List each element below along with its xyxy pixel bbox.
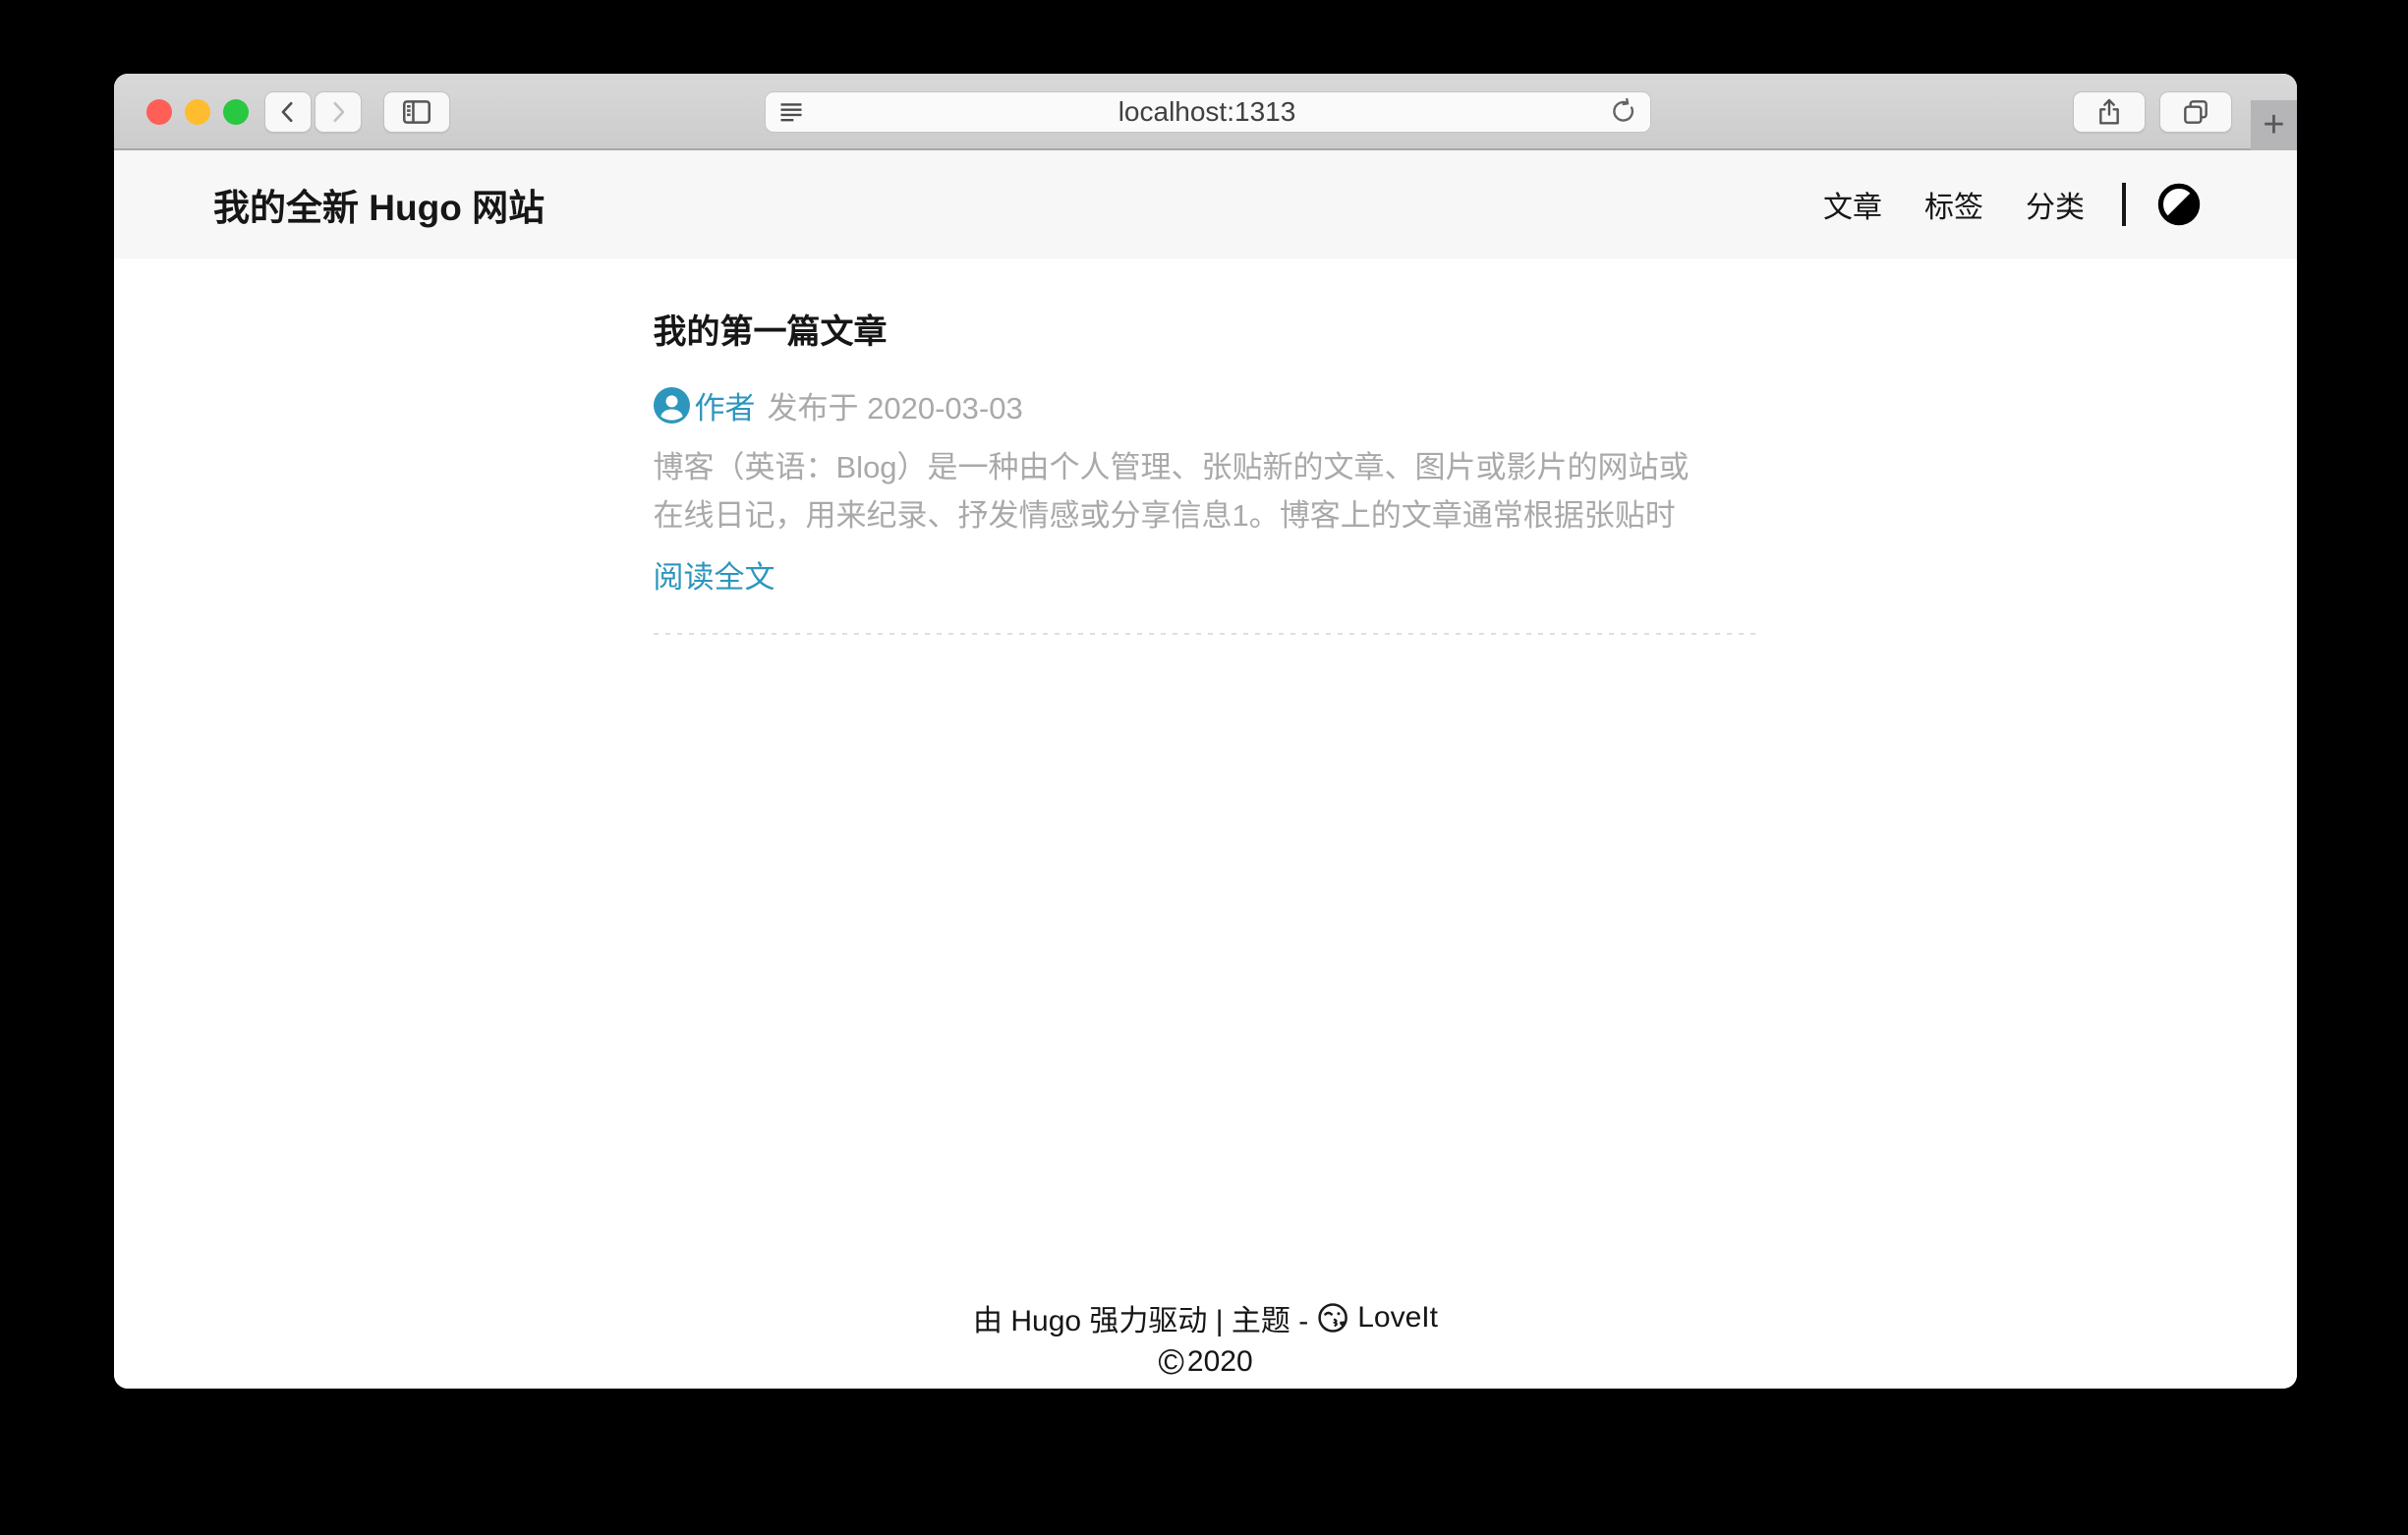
author-avatar-icon — [654, 387, 690, 424]
site-nav: 文章 标签 分类 — [1781, 181, 2203, 228]
browser-window: localhost:1313 + 我的全新 Hugo 网站 文章 标签 分类 — [114, 74, 2297, 1389]
tab-overview-button[interactable] — [2159, 91, 2232, 133]
nav-item-tags[interactable]: 标签 — [1924, 183, 1983, 226]
theme-toggle-icon[interactable] — [2155, 181, 2203, 228]
url-text[interactable]: localhost:1313 — [805, 96, 1609, 128]
footer-theme-link[interactable]: LoveIt — [1357, 1301, 1438, 1335]
copyright-year: 2020 — [1187, 1345, 1253, 1379]
back-icon — [273, 97, 303, 127]
forward-button[interactable] — [315, 91, 362, 133]
copyright-icon: © — [1158, 1347, 1184, 1377]
share-button[interactable] — [2073, 91, 2146, 133]
reload-icon[interactable] — [1609, 97, 1638, 127]
page-main: 我的第一篇文章 作者 发布于 2020-03-03 博客（英语：Blog）是一种… — [114, 258, 2297, 1389]
nav-divider — [2122, 183, 2126, 226]
traffic-lights — [146, 99, 249, 125]
post-divider — [654, 633, 1758, 635]
sidebar-icon — [400, 95, 433, 129]
zoom-window-button[interactable] — [223, 99, 249, 125]
forward-icon — [323, 97, 353, 127]
kiss-face-icon — [1316, 1300, 1351, 1336]
footer-copyright-line: © 2020 — [114, 1345, 2297, 1379]
post-meta: 作者 发布于 2020-03-03 — [654, 383, 1758, 427]
minimize-window-button[interactable] — [185, 99, 210, 125]
share-icon — [2093, 96, 2125, 128]
close-window-button[interactable] — [146, 99, 172, 125]
nav-item-categories[interactable]: 分类 — [2026, 183, 2085, 226]
browser-toolbar: localhost:1313 + — [114, 74, 2297, 150]
site-title[interactable]: 我的全新 Hugo 网站 — [213, 178, 545, 231]
summary-line: 博客（英语：Blog）是一种由个人管理、张贴新的文章、图片或影片的网站或 — [654, 443, 1758, 491]
back-button[interactable] — [264, 91, 312, 133]
post-summary-text: 博客（英语：Blog）是一种由个人管理、张贴新的文章、图片或影片的网站或 在线日… — [654, 443, 1758, 540]
footer-powered-text: 由 Hugo 强力驱动 | 主题 - — [973, 1296, 1308, 1339]
summary-line: 在线日记，用来纪录、抒发情感或分享信息1。博客上的文章通常根据张贴时 — [654, 491, 1758, 540]
tabs-icon — [2180, 96, 2211, 128]
nav-item-posts[interactable]: 文章 — [1823, 183, 1882, 226]
post-title[interactable]: 我的第一篇文章 — [654, 305, 1758, 353]
post-author-link[interactable]: 作者 — [695, 383, 756, 427]
site-footer: 由 Hugo 强力驱动 | 主题 - LoveIt © 2020 — [114, 1296, 2297, 1389]
post-publish-date: 发布于 2020-03-03 — [768, 383, 1023, 427]
read-more-link[interactable]: 阅读全文 — [654, 552, 775, 597]
post-summary-card: 我的第一篇文章 作者 发布于 2020-03-03 博客（英语：Blog）是一种… — [654, 305, 1758, 635]
reader-icon[interactable] — [777, 98, 805, 126]
footer-powered-line: 由 Hugo 强力驱动 | 主题 - LoveIt — [114, 1296, 2297, 1339]
new-tab-button[interactable]: + — [2251, 100, 2297, 150]
address-bar[interactable]: localhost:1313 — [765, 91, 1651, 133]
sidebar-toggle-button[interactable] — [383, 91, 450, 133]
site-header: 我的全新 Hugo 网站 文章 标签 分类 — [114, 150, 2297, 258]
